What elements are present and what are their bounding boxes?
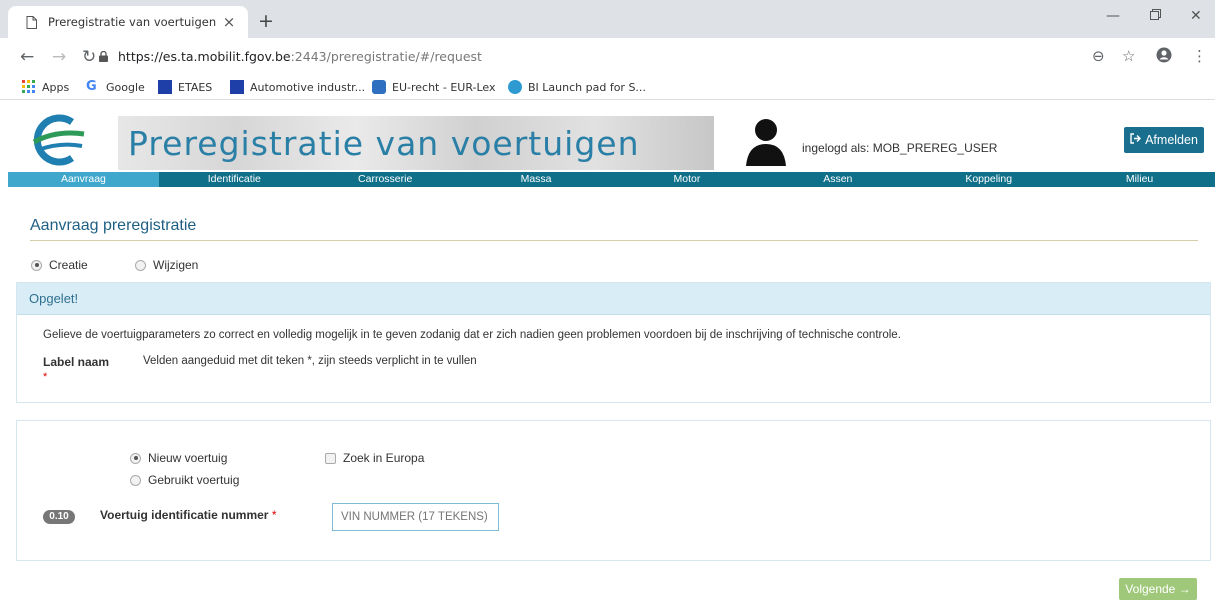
radio-nieuw-voertuig[interactable]: Nieuw voertuig — [130, 451, 227, 465]
restore-icon[interactable] — [1150, 8, 1161, 24]
main-nav: Aanvraag Identificatie Carrosserie Massa… — [8, 172, 1215, 187]
eu-flag-icon — [158, 80, 172, 94]
reload-icon[interactable]: ↻ — [82, 47, 96, 67]
radio-button[interactable] — [135, 259, 146, 271]
google-icon: G — [86, 79, 97, 94]
app-header: Preregistratie van voertuigen ingelogd a… — [0, 104, 1215, 172]
lock-icon — [99, 50, 108, 62]
bookmark-label: Automotive industr... — [250, 80, 366, 94]
radio-creatie[interactable]: Creatie — [31, 258, 88, 272]
bookmark-label: ETAES — [178, 80, 213, 94]
bookmark-automotive[interactable]: Automotive industr... — [230, 80, 365, 94]
page-title: Aanvraag preregistratie — [30, 217, 197, 234]
warning-panel: Opgelet! Gelieve de voertuigparameters z… — [16, 282, 1211, 403]
radio-button-checked[interactable] — [31, 259, 42, 271]
browser-tabbar: Preregistratie van voertuigen × + — ✕ — [0, 0, 1215, 38]
radio-label: Gebruikt voertuig — [148, 473, 240, 487]
bookmark-label: BI Launch pad for S... — [528, 80, 646, 94]
field-number-badge: 0.10 — [43, 510, 75, 524]
tab-aanvraag[interactable]: Aanvraag — [8, 172, 159, 187]
new-tab-icon[interactable]: + — [258, 10, 274, 32]
checkbox-zoek-in-europa[interactable]: Zoek in Europa — [325, 451, 424, 465]
back-icon[interactable]: ← — [20, 47, 34, 67]
radio-button[interactable] — [130, 474, 141, 486]
star-icon[interactable]: ☆ — [1122, 47, 1135, 65]
vin-input[interactable] — [332, 503, 499, 531]
logo-icon — [26, 112, 90, 168]
bookmarks-bar: Apps G Google ETAES Automotive industr..… — [0, 76, 1215, 100]
tab-milieu[interactable]: Milieu — [1064, 172, 1215, 187]
bookmark-label: Apps — [42, 80, 70, 94]
close-window-icon[interactable]: ✕ — [1190, 8, 1202, 24]
url-host: https://es.ta.mobilit.fgov.be — [118, 49, 291, 64]
browser-tab[interactable]: Preregistratie van voertuigen × — [8, 6, 248, 38]
next-button[interactable]: Volgende → — [1119, 578, 1197, 600]
checkbox[interactable] — [325, 452, 336, 464]
bookmark-label: EU-recht - EUR-Lex — [392, 80, 496, 94]
user-avatar-icon — [744, 116, 788, 166]
vin-label: Voertuig identificatie nummer * — [100, 508, 276, 522]
tab-koppeling[interactable]: Koppeling — [913, 172, 1064, 187]
tab-motor[interactable]: Motor — [612, 172, 763, 187]
warning-heading: Opgelet! — [17, 283, 1210, 315]
apps-grid-icon — [22, 80, 36, 94]
bi-launchpad-icon — [508, 80, 522, 94]
url-path: :2443/preregistratie/#/request — [290, 49, 482, 64]
tab-massa[interactable]: Massa — [461, 172, 612, 187]
bookmark-google[interactable]: G Google — [86, 80, 145, 94]
legend-description: Velden aangeduid met dit teken *, zijn s… — [143, 355, 477, 367]
legend-label-name: Label naam — [43, 355, 110, 369]
radio-label: Nieuw voertuig — [148, 451, 228, 465]
page-icon — [24, 15, 38, 29]
bookmark-etaes[interactable]: ETAES — [158, 80, 212, 94]
tab-close-icon[interactable]: × — [220, 13, 238, 31]
vehicle-form-panel: Nieuw voertuig Gebruikt voertuig Zoek in… — [16, 420, 1211, 561]
bookmark-apps[interactable]: Apps — [22, 80, 69, 94]
eu-flag-icon — [230, 80, 244, 94]
bookmark-label: Google — [106, 80, 145, 94]
browser-toolbar: ← → ↻ https://es.ta.mobilit.fgov.be:2443… — [0, 38, 1215, 76]
radio-button-checked[interactable] — [130, 452, 141, 464]
logout-label: Afmelden — [1145, 133, 1198, 147]
warning-text: Gelieve de voertuigparameters zo correct… — [43, 329, 901, 341]
required-marker: * — [43, 371, 48, 383]
radio-label: Wijzigen — [153, 258, 199, 272]
eurlex-icon — [372, 80, 386, 94]
bookmark-eurlex[interactable]: EU-recht - EUR-Lex — [372, 80, 496, 94]
tab-identificatie[interactable]: Identificatie — [159, 172, 310, 187]
radio-gebruikt-voertuig[interactable]: Gebruikt voertuig — [130, 473, 239, 487]
title-divider — [30, 240, 1198, 241]
address-bar[interactable]: https://es.ta.mobilit.fgov.be:2443/prere… — [118, 49, 482, 64]
logout-icon — [1130, 133, 1142, 147]
tab-title: Preregistratie van voertuigen — [48, 15, 217, 29]
radio-wijzigen[interactable]: Wijzigen — [135, 258, 198, 272]
bookmark-bi-launchpad[interactable]: BI Launch pad for S... — [508, 80, 646, 94]
vin-label-text: Voertuig identificatie nummer — [100, 508, 269, 522]
checkbox-label: Zoek in Europa — [343, 451, 425, 465]
forward-icon[interactable]: → — [52, 47, 66, 67]
logout-button[interactable]: Afmelden — [1124, 127, 1204, 153]
tab-carrosserie[interactable]: Carrosserie — [310, 172, 461, 187]
zoom-icon[interactable]: ⊖ — [1092, 47, 1105, 65]
tab-assen[interactable]: Assen — [762, 172, 913, 187]
menu-icon[interactable]: ⋮ — [1192, 47, 1207, 65]
user-label: ingelogd als: MOB_PREREG_USER — [802, 141, 998, 155]
required-marker: * — [271, 508, 277, 522]
radio-label: Creatie — [49, 258, 88, 272]
profile-icon[interactable] — [1156, 47, 1172, 67]
minimize-icon[interactable]: — — [1106, 8, 1120, 24]
app-title: Preregistratie van voertuigen — [128, 124, 640, 163]
